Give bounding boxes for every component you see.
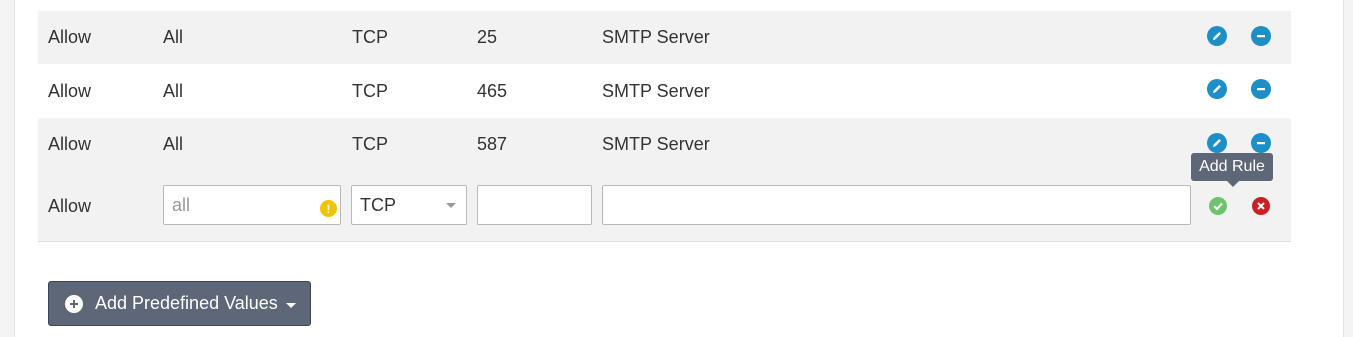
plus-circle-icon xyxy=(65,294,83,313)
description-input[interactable] xyxy=(602,185,1191,225)
pencil-icon xyxy=(1213,32,1221,40)
firewall-rules-table: Allow All TCP 25 SMTP Server Allow All T… xyxy=(38,11,1291,242)
add-rule-confirm-button[interactable] xyxy=(1209,197,1227,215)
minus-circle-icon xyxy=(1257,35,1265,38)
rule-port: 465 xyxy=(477,80,508,101)
new-rule-row: Allow ! TCP xyxy=(38,171,1291,242)
edit-rule-button[interactable] xyxy=(1207,79,1227,99)
rule-action: Allow xyxy=(48,134,92,154)
rule-source: All xyxy=(163,27,184,47)
edit-rule-button[interactable] xyxy=(1207,26,1227,46)
rule-protocol: TCP xyxy=(352,27,388,47)
chevron-down-icon xyxy=(446,203,456,208)
rule-port: 25 xyxy=(477,27,498,47)
protocol-select[interactable]: TCP xyxy=(351,185,467,225)
edit-rule-button[interactable] xyxy=(1207,133,1227,153)
add-predefined-values-button[interactable]: Add Predefined Values xyxy=(48,281,311,326)
table-row: Allow All TCP 25 SMTP Server xyxy=(38,11,1291,64)
minus-circle-icon xyxy=(1257,142,1265,145)
rule-protocol: TCP xyxy=(352,134,388,154)
pencil-icon xyxy=(1213,85,1221,93)
cancel-rule-button[interactable] xyxy=(1252,197,1270,215)
rule-description: SMTP Server xyxy=(602,134,710,154)
table-row: Allow All TCP 587 SMTP Server xyxy=(38,118,1291,171)
rule-action: Allow xyxy=(48,80,92,101)
check-icon xyxy=(1213,202,1223,211)
rule-description: SMTP Server xyxy=(602,80,710,101)
protocol-select-value: TCP xyxy=(360,194,396,215)
rule-source: All xyxy=(163,80,184,101)
pencil-icon xyxy=(1213,139,1221,147)
source-input[interactable] xyxy=(163,185,341,225)
exclamation-icon: ! xyxy=(320,200,337,217)
rule-source: All xyxy=(163,134,184,154)
chevron-down-icon xyxy=(285,302,296,308)
table-row: Allow All TCP 465 SMTP Server xyxy=(38,64,1291,118)
port-input[interactable] xyxy=(477,185,592,225)
add-rule-tooltip: Add Rule xyxy=(1191,153,1273,187)
add-predefined-values-label: Add Predefined Values xyxy=(95,293,278,313)
minus-circle-icon xyxy=(1257,88,1265,91)
new-rule-action: Allow xyxy=(48,195,92,216)
x-icon xyxy=(1257,202,1265,210)
rule-port: 587 xyxy=(477,134,508,154)
rule-action: Allow xyxy=(48,27,92,47)
rule-description: SMTP Server xyxy=(602,27,710,47)
rule-protocol: TCP xyxy=(352,80,388,101)
delete-rule-button[interactable] xyxy=(1251,79,1271,99)
delete-rule-button[interactable] xyxy=(1251,133,1271,153)
delete-rule-button[interactable] xyxy=(1251,26,1271,46)
